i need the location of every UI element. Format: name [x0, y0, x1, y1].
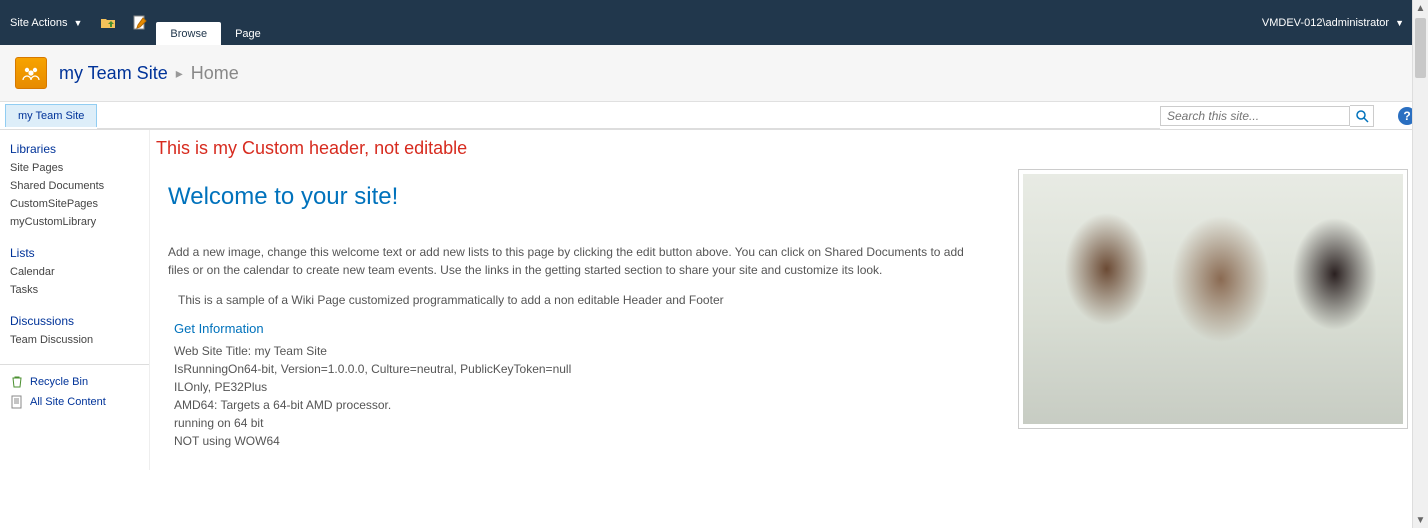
welcome-image: [1023, 174, 1403, 424]
nav-item[interactable]: Tasks: [10, 284, 139, 296]
topnav-tab[interactable]: my Team Site: [5, 104, 97, 127]
breadcrumb-current: Home: [191, 63, 239, 84]
nav-item[interactable]: Site Pages: [10, 162, 139, 174]
scroll-thumb[interactable]: [1415, 18, 1426, 78]
nav-item[interactable]: Calendar: [10, 266, 139, 278]
edit-icon: [132, 15, 148, 31]
ribbon-tabs: Browse Page: [156, 0, 274, 45]
user-label: VMDEV-012\administrator: [1262, 17, 1389, 29]
search-box: [1160, 105, 1374, 127]
welcome-image-frame: [1018, 169, 1408, 429]
content-left: Welcome to your site! Add a new image, c…: [154, 169, 978, 450]
nav-item[interactable]: Shared Documents: [10, 180, 139, 192]
user-menu[interactable]: VMDEV-012\administrator ▼: [1262, 17, 1404, 29]
breadcrumb: my Team Site ▸ Home: [59, 63, 239, 84]
tab-page[interactable]: Page: [221, 22, 275, 45]
welcome-text: Add a new image, change this welcome tex…: [168, 243, 978, 279]
navigate-up-button[interactable]: [92, 0, 124, 45]
site-actions-label: Site Actions: [10, 17, 67, 29]
ribbon-bar: Site Actions ▼ Browse Page VMDEV-012\adm…: [0, 0, 1428, 45]
nav-item[interactable]: CustomSitePages: [10, 198, 139, 210]
wiki-note: This is a sample of a Wiki Page customiz…: [178, 293, 978, 307]
welcome-heading: Welcome to your site!: [168, 183, 978, 211]
custom-header: This is my Custom header, not editable: [154, 134, 1408, 169]
vertical-scrollbar[interactable]: ▲ ▼: [1412, 0, 1428, 528]
all-site-content-link[interactable]: All Site Content: [10, 395, 139, 409]
scroll-down-icon: ▼: [1413, 512, 1428, 528]
search-input[interactable]: [1160, 106, 1350, 126]
search-go-button[interactable]: [1350, 105, 1374, 127]
divider: [0, 364, 149, 365]
nav-item[interactable]: myCustomLibrary: [10, 216, 139, 228]
info-block: Web Site Title: my Team Site IsRunningOn…: [168, 342, 978, 450]
site-logo[interactable]: [15, 57, 47, 89]
site-actions-menu[interactable]: Site Actions ▼: [0, 0, 92, 45]
help-icon: ?: [1403, 109, 1410, 123]
ribbon-left: Site Actions ▼ Browse Page: [0, 0, 275, 45]
edit-page-button[interactable]: [124, 0, 156, 45]
main-content: This is my Custom header, not editable W…: [150, 130, 1428, 470]
recycle-bin-link[interactable]: Recycle Bin: [10, 375, 139, 389]
quick-launch: Libraries Site Pages Shared Documents Cu…: [0, 130, 150, 470]
search-icon: [1355, 109, 1369, 123]
tab-browse[interactable]: Browse: [156, 22, 221, 45]
nav-heading-libraries[interactable]: Libraries: [10, 142, 139, 156]
nav-heading-discussions[interactable]: Discussions: [10, 314, 139, 328]
page-layout: Libraries Site Pages Shared Documents Cu…: [0, 130, 1428, 470]
breadcrumb-site-link[interactable]: my Team Site: [59, 63, 168, 84]
ribbon-right: VMDEV-012\administrator ▼: [1262, 0, 1404, 45]
get-information-heading: Get Information: [168, 321, 978, 336]
people-icon: [21, 63, 41, 83]
chevron-down-icon: ▼: [1395, 18, 1404, 28]
scroll-up-icon: ▲: [1413, 0, 1428, 16]
folder-up-icon: [100, 15, 116, 31]
title-area: my Team Site ▸ Home: [0, 45, 1428, 102]
recycle-bin-icon: [10, 375, 24, 389]
nav-item[interactable]: Team Discussion: [10, 334, 139, 346]
content-row: Welcome to your site! Add a new image, c…: [154, 169, 1408, 450]
topnav-row: my Team Site ?: [0, 102, 1428, 130]
breadcrumb-separator-icon: ▸: [176, 65, 183, 82]
document-icon: [10, 395, 24, 409]
chevron-down-icon: ▼: [73, 18, 82, 28]
nav-heading-lists[interactable]: Lists: [10, 246, 139, 260]
